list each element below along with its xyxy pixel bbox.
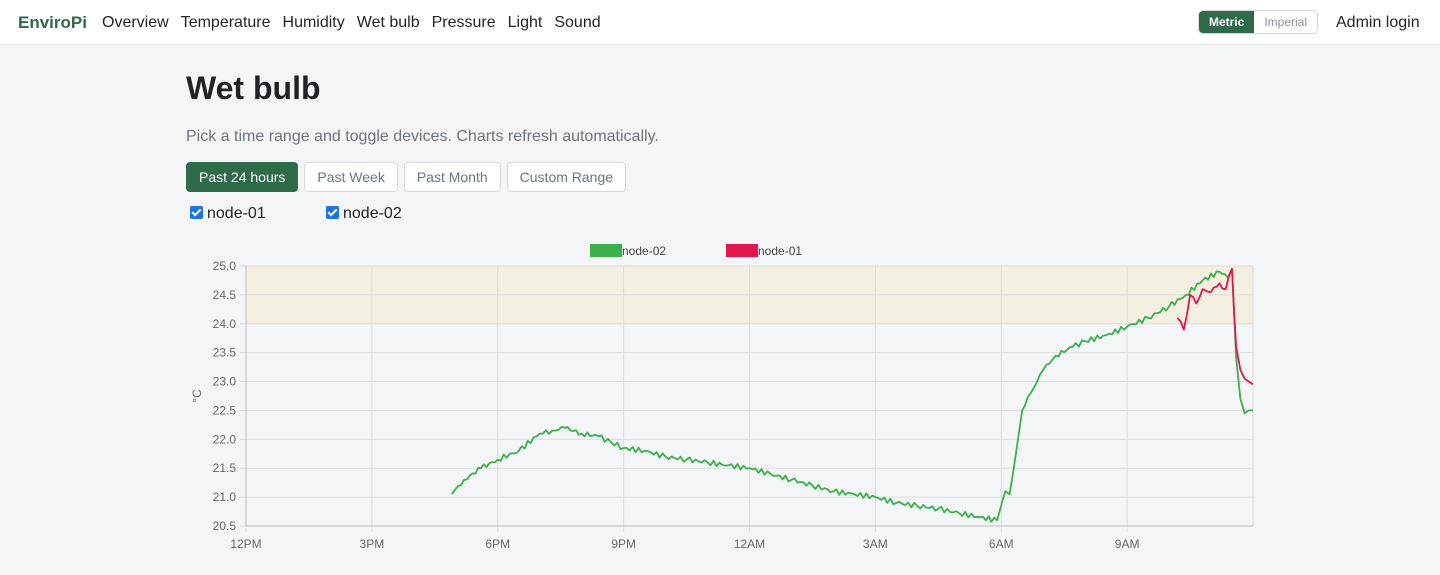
x-tick-label: 12PM (230, 537, 261, 551)
y-tick-label: 22.0 (213, 432, 237, 446)
y-tick-label: 23.5 (213, 346, 237, 360)
x-tick-label: 6PM (485, 537, 510, 551)
x-tick-label: 9PM (611, 537, 636, 551)
y-tick-label: 24.0 (213, 317, 237, 331)
y-tick-label: 20.5 (213, 519, 237, 533)
x-tick-label: 3AM (863, 537, 888, 551)
x-tick-label: 9AM (1115, 537, 1140, 551)
y-tick-label: 21.5 (213, 461, 237, 475)
legend-swatch-node-02 (590, 244, 622, 257)
y-tick-label: 24.5 (213, 288, 237, 302)
legend-swatch-node-01 (726, 244, 758, 257)
y-tick-label: 23.0 (213, 375, 237, 389)
y-axis-label: °C (190, 389, 204, 403)
x-tick-label: 6AM (989, 537, 1014, 551)
y-tick-label: 22.5 (213, 403, 237, 417)
wet-bulb-chart: 25.0 24.5 24.0 23.5 23.0 22.5 22.0 21.5 21.0 20.5… (190, 244, 1254, 551)
legend-label-node-01: node-01 (758, 244, 802, 258)
x-tick-label: 3PM (360, 537, 385, 551)
x-tick-label: 12AM (734, 537, 765, 551)
y-tick-label: 25.0 (213, 259, 237, 273)
legend-label-node-02: node-02 (622, 244, 666, 258)
y-tick-label: 21.0 (213, 490, 237, 504)
